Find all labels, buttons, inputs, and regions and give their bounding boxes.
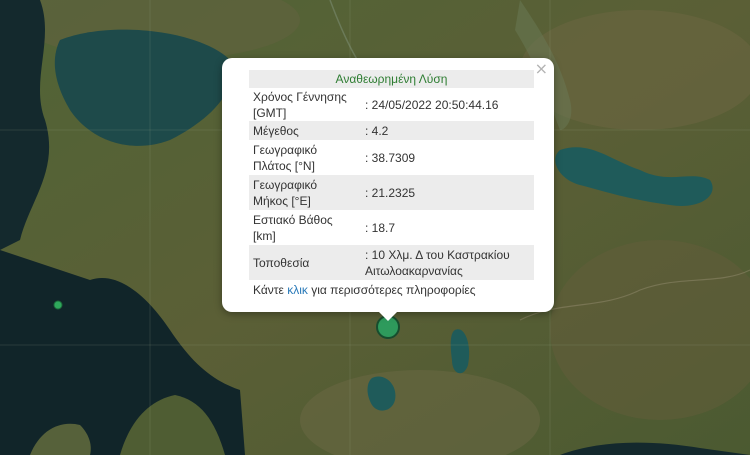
- row-value-depth: : 18.7: [365, 220, 396, 235]
- table-row: Τοποθεσία : 10 Χλμ. Δ του Καστρακίου Αιτ…: [249, 245, 534, 280]
- table-row: Μέγεθος : 4.2: [249, 121, 534, 140]
- row-label-longitude: Γεωγραφικό Μήκος [°E]: [249, 175, 357, 210]
- row-value-longitude: : 21.2325: [357, 175, 534, 210]
- table-row: Εστιακό Βάθος [km] : 18.7: [249, 210, 534, 245]
- popup-title: Αναθεωρημένη Λύση: [249, 70, 534, 88]
- more-info-text: Κάντε κλικ για περισσότερες πληροφορίες: [253, 283, 476, 297]
- row-label-latitude: Γεωγραφικό Πλάτος [°N]: [253, 142, 318, 173]
- row-label-time: Χρόνος Γέννησης [GMT]: [253, 89, 347, 120]
- table-row: Χρόνος Γέννησης [GMT] : 24/05/2022 20:50…: [249, 88, 534, 121]
- earthquake-info-popup: × Αναθεωρημένη Λύση Χρόνος Γέννησης [GMT…: [222, 58, 554, 312]
- earthquake-marker-small[interactable]: [53, 300, 63, 310]
- row-label-depth: Εστιακό Βάθος [km]: [253, 212, 333, 243]
- table-row: Γεωγραφικό Μήκος [°E] : 21.2325: [249, 175, 534, 210]
- table-row: Γεωγραφικό Πλάτος [°N] : 38.7309: [249, 140, 534, 175]
- row-value-magnitude: : 4.2: [357, 121, 534, 140]
- row-label-magnitude: Μέγεθος: [249, 121, 357, 140]
- row-label-location: Τοποθεσία: [249, 245, 357, 280]
- footer-text-after: για περισσότερες πληροφορίες: [307, 283, 476, 297]
- close-icon[interactable]: ×: [535, 60, 548, 78]
- row-value-location: : 10 Χλμ. Δ του Καστρακίου Αιτωλοακαρναν…: [357, 245, 534, 280]
- title-row: Αναθεωρημένη Λύση: [249, 70, 534, 88]
- row-value-latitude: : 38.7309: [365, 150, 416, 165]
- row-value-time: : 24/05/2022 20:50:44.16: [365, 97, 499, 112]
- footer-text-before: Κάντε: [253, 283, 288, 297]
- popup-pointer: [378, 311, 398, 321]
- earthquake-info-table: Αναθεωρημένη Λύση Χρόνος Γέννησης [GMT] …: [249, 70, 534, 280]
- more-info-link[interactable]: κλικ: [287, 283, 308, 297]
